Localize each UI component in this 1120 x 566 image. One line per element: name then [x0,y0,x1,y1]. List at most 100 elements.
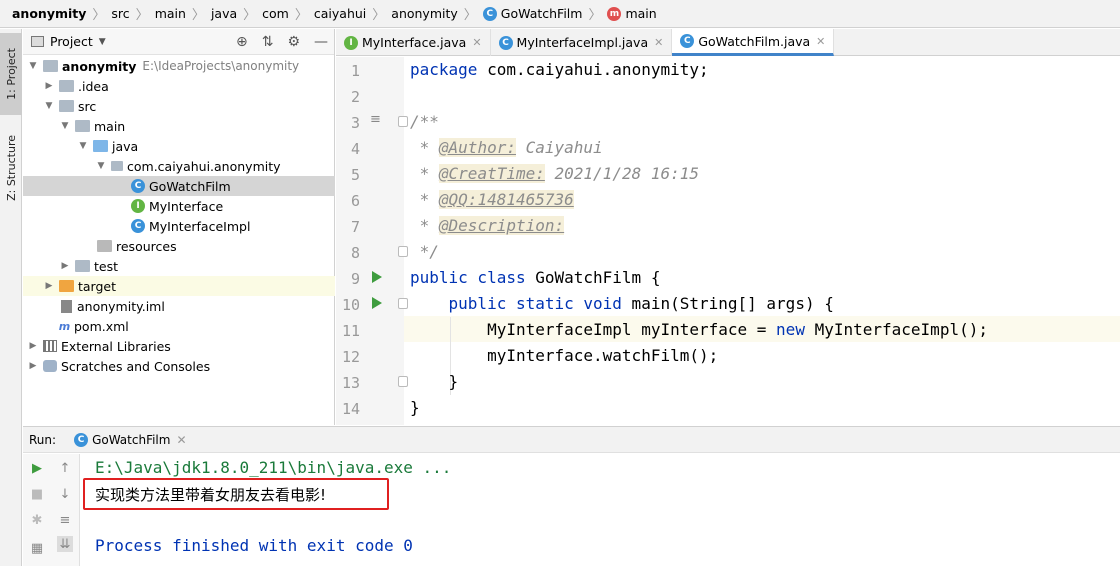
resources-folder-icon [97,240,112,252]
tree-node-main[interactable]: ▼ main [23,116,335,136]
locate-file-icon[interactable]: ⊕ [236,34,248,50]
fold-marker-icon[interactable] [398,116,408,127]
debug-icon[interactable]: ✱ [29,512,45,528]
collapse-arrow-icon[interactable]: ▶ [43,81,55,91]
collapse-all-icon[interactable]: ⇅ [262,34,274,50]
tree-node-java[interactable]: ▼ java [23,136,335,156]
expand-arrow-icon[interactable]: ▼ [95,161,107,171]
run-class-icon[interactable] [372,271,382,283]
code-line-7: * @Description: [410,216,565,235]
tree-node-iml[interactable]: anonymity.iml [23,296,335,316]
fold-marker-icon[interactable] [398,376,408,387]
tree-node-test[interactable]: ▶ test [23,256,335,276]
tree-node-idea[interactable]: ▶ .idea [23,76,335,96]
class-icon: C [131,219,145,233]
expand-arrow-icon[interactable]: ▼ [59,121,71,131]
soft-wrap-icon[interactable]: ≡ [57,512,73,528]
scroll-down-icon[interactable]: ↓ [57,486,73,502]
output-highlight-box [83,478,389,510]
tree-node-package[interactable]: ▼ com.caiyahui.anonymity [23,156,335,176]
code-line-3: /** [410,112,439,131]
scroll-up-icon[interactable]: ↑ [57,460,73,476]
chevron-right-icon: 〉 [243,8,257,23]
code-line-1: package com.caiyahui.anonymity; [410,60,709,79]
breadcrumb-item-src[interactable]: src 〉 [111,0,154,28]
interface-icon: I [344,35,358,50]
close-icon[interactable]: ✕ [176,433,186,447]
tool-tab-project[interactable]: 1: Project [0,33,22,115]
chevron-right-icon: 〉 [372,8,386,23]
maven-file-icon: m [58,319,71,333]
run-toolbar: ▶ ↑ ■ ↓ ✱ ≡ ▦ ⇊ [23,454,80,566]
dropdown-arrow-icon[interactable]: ▼ [99,37,106,47]
code-line-10: public static void main(String[] args) { [448,294,834,313]
tree-node-scratches[interactable]: ▶ Scratches and Consoles [23,356,335,376]
tree-node-pom[interactable]: m pom.xml [23,316,335,336]
project-panel: Project ▼ ⊕ ⇅ ⚙ — ▼ anonymity E:\IdeaPro… [23,29,335,425]
breadcrumb-item-com[interactable]: com 〉 [262,0,314,28]
expand-arrow-icon[interactable]: ▼ [77,141,89,151]
run-method-icon[interactable] [372,297,382,309]
class-icon: C [482,6,497,21]
line-number: 12 [341,348,360,366]
fold-marker-icon[interactable] [398,246,408,257]
expand-arrow-icon[interactable]: ▼ [27,61,39,71]
breadcrumb-item-caiyahui[interactable]: caiyahui 〉 [314,0,391,28]
fold-marker-icon[interactable] [398,298,408,309]
editor-tab-myinterfaceimpl[interactable]: C MyInterfaceImpl.java ✕ [491,29,673,56]
tool-tab-structure[interactable]: Z: Structure [0,125,22,211]
folder-icon [75,260,90,272]
tree-node-project-root[interactable]: ▼ anonymity E:\IdeaProjects\anonymity [23,56,335,76]
tree-node-external-libraries[interactable]: ▶ External Libraries [23,336,335,356]
console-output[interactable]: E:\Java\jdk1.8.0_211\bin\java.exe ... 实现… [95,454,1115,566]
close-icon[interactable]: ✕ [816,35,825,48]
code-editor[interactable]: 1 2 3 4 5 6 7 8 9 10 11 12 13 14 ≡ package com.caiyah… [336,57,1120,425]
code-line-5: * @CreatTime: 2021/1/28 16:15 [410,164,700,183]
tree-node-myinterfaceimpl[interactable]: C MyInterfaceImpl [23,216,335,236]
code-line-8: */ [410,242,439,261]
scroll-to-end-icon[interactable]: ⇊ [57,536,73,552]
collapse-arrow-icon[interactable]: ▶ [59,261,71,271]
tree-node-myinterface[interactable]: I MyInterface [23,196,335,216]
editor-tab-myinterface[interactable]: I MyInterface.java ✕ [336,29,491,56]
run-tab-gowatchfilm[interactable]: C GoWatchFilm ✕ [74,432,187,447]
chevron-right-icon: 〉 [92,8,106,23]
line-number: 10 [341,296,360,314]
gear-icon[interactable]: ⚙ [287,34,300,50]
line-number: 9 [350,270,360,288]
close-icon[interactable]: ✕ [654,36,663,49]
layout-icon[interactable]: ▦ [29,540,45,556]
expand-arrow-icon[interactable]: ▼ [43,101,55,111]
chevron-right-icon: 〉 [191,8,205,23]
package-icon [111,161,123,171]
breadcrumb-item-gowatchfilm[interactable]: C GoWatchFilm 〉 [482,0,608,28]
collapse-arrow-icon[interactable]: ▶ [27,361,39,371]
close-icon[interactable]: ✕ [472,36,481,49]
collapse-arrow-icon[interactable]: ▶ [27,341,39,351]
editor-tab-gowatchfilm[interactable]: C GoWatchFilm.java ✕ [672,29,835,56]
breadcrumb-item-main-method[interactable]: m main [607,0,657,28]
console-command-line: E:\Java\jdk1.8.0_211\bin\java.exe ... [95,458,452,477]
tree-node-target[interactable]: ▶ target [23,276,335,296]
module-folder-icon [43,60,58,72]
line-number: 1 [350,62,360,80]
tree-node-resources[interactable]: resources [23,236,335,256]
project-panel-header: Project ▼ ⊕ ⇅ ⚙ — [23,29,334,55]
rerun-icon[interactable]: ▶ [29,460,45,476]
library-icon [43,340,57,352]
hide-panel-icon[interactable]: — [314,34,328,50]
breadcrumb-item-anonymity[interactable]: anonymity 〉 [391,0,483,28]
run-panel: Run: C GoWatchFilm ✕ ▶ ↑ ■ ↓ ✱ ≡ ▦ ⇊ E:\… [23,426,1120,566]
breadcrumb-item-java[interactable]: java 〉 [211,0,262,28]
doc-comment-icon[interactable]: ≡ [370,112,381,127]
tree-node-gowatchfilm[interactable]: C GoWatchFilm [23,176,335,196]
code-line-13: } [448,372,459,391]
collapse-arrow-icon[interactable]: ▶ [43,281,55,291]
tree-node-src[interactable]: ▼ src [23,96,335,116]
stop-icon[interactable]: ■ [29,486,45,502]
breadcrumb-item-main[interactable]: main 〉 [155,0,211,28]
project-view-selector[interactable]: Project [50,34,93,49]
editor-gutter: 1 2 3 4 5 6 7 8 9 10 11 12 13 14 ≡ [336,57,404,425]
line-number: 6 [350,192,360,210]
breadcrumb-item-project[interactable]: anonymity 〉 [12,0,111,28]
